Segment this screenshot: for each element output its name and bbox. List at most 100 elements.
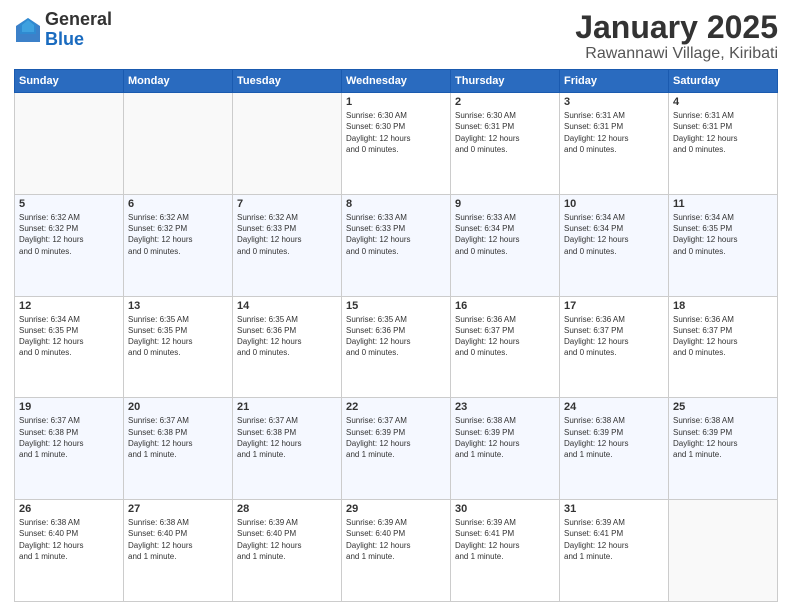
calendar-cell: 26 Sunrise: 6:38 AM Sunset: 6:40 PM Dayli… xyxy=(15,500,124,602)
day-number: 29 xyxy=(346,503,446,515)
calendar-week-5: 26 Sunrise: 6:38 AM Sunset: 6:40 PM Dayli… xyxy=(15,500,778,602)
day-number: 8 xyxy=(346,198,446,210)
day-info: Sunrise: 6:38 AM Sunset: 6:39 PM Dayligh… xyxy=(673,415,773,460)
calendar-cell: 28 Sunrise: 6:39 AM Sunset: 6:40 PM Dayli… xyxy=(233,500,342,602)
day-info: Sunrise: 6:34 AM Sunset: 6:35 PM Dayligh… xyxy=(19,314,119,359)
calendar-cell xyxy=(669,500,778,602)
day-number: 25 xyxy=(673,401,773,413)
day-number: 2 xyxy=(455,96,555,108)
day-number: 17 xyxy=(564,300,664,312)
day-info: Sunrise: 6:37 AM Sunset: 6:38 PM Dayligh… xyxy=(237,415,337,460)
day-info: Sunrise: 6:39 AM Sunset: 6:40 PM Dayligh… xyxy=(346,517,446,562)
logo-text: General Blue xyxy=(45,10,112,50)
calendar-cell: 3Sunrise: 6:31 AM Sunset: 6:31 PM Daylig… xyxy=(560,93,669,195)
day-info: Sunrise: 6:32 AM Sunset: 6:32 PM Dayligh… xyxy=(128,212,228,257)
col-thursday: Thursday xyxy=(451,70,560,93)
day-info: Sunrise: 6:38 AM Sunset: 6:40 PM Dayligh… xyxy=(128,517,228,562)
calendar-cell: 17 Sunrise: 6:36 AM Sunset: 6:37 PM Dayli… xyxy=(560,296,669,398)
calendar-table: Sunday Monday Tuesday Wednesday Thursday… xyxy=(14,69,778,602)
logo: General Blue xyxy=(14,10,112,50)
day-number: 7 xyxy=(237,198,337,210)
calendar-cell: 31 Sunrise: 6:39 AM Sunset: 6:41 PM Dayli… xyxy=(560,500,669,602)
day-number: 31 xyxy=(564,503,664,515)
day-info: Sunrise: 6:34 AM Sunset: 6:34 PM Dayligh… xyxy=(564,212,664,257)
day-number: 6 xyxy=(128,198,228,210)
calendar-cell: 12 Sunrise: 6:34 AM Sunset: 6:35 PM Dayli… xyxy=(15,296,124,398)
day-number: 9 xyxy=(455,198,555,210)
day-info: Sunrise: 6:32 AM Sunset: 6:32 PM Dayligh… xyxy=(19,212,119,257)
calendar-cell: 11 Sunrise: 6:34 AM Sunset: 6:35 PM Dayli… xyxy=(669,194,778,296)
col-tuesday: Tuesday xyxy=(233,70,342,93)
day-info: Sunrise: 6:39 AM Sunset: 6:41 PM Dayligh… xyxy=(564,517,664,562)
day-info: Sunrise: 6:38 AM Sunset: 6:39 PM Dayligh… xyxy=(564,415,664,460)
col-saturday: Saturday xyxy=(669,70,778,93)
calendar-cell: 15 Sunrise: 6:35 AM Sunset: 6:36 PM Dayli… xyxy=(342,296,451,398)
logo-general-text: General xyxy=(45,10,112,30)
day-number: 16 xyxy=(455,300,555,312)
day-info: Sunrise: 6:37 AM Sunset: 6:38 PM Dayligh… xyxy=(128,415,228,460)
page: General Blue January 2025 Rawannawi Vill… xyxy=(0,0,792,612)
day-number: 28 xyxy=(237,503,337,515)
day-info: Sunrise: 6:35 AM Sunset: 6:36 PM Dayligh… xyxy=(237,314,337,359)
day-info: Sunrise: 6:34 AM Sunset: 6:35 PM Dayligh… xyxy=(673,212,773,257)
calendar-cell: 18 Sunrise: 6:36 AM Sunset: 6:37 PM Dayli… xyxy=(669,296,778,398)
day-info: Sunrise: 6:38 AM Sunset: 6:40 PM Dayligh… xyxy=(19,517,119,562)
logo-icon xyxy=(14,16,42,44)
day-number: 21 xyxy=(237,401,337,413)
title-block: January 2025 Rawannawi Village, Kiribati xyxy=(575,10,778,63)
day-info: Sunrise: 6:35 AM Sunset: 6:35 PM Dayligh… xyxy=(128,314,228,359)
day-info: Sunrise: 6:39 AM Sunset: 6:40 PM Dayligh… xyxy=(237,517,337,562)
day-info: Sunrise: 6:30 AM Sunset: 6:31 PM Dayligh… xyxy=(455,110,555,155)
logo-blue-text: Blue xyxy=(45,30,112,50)
day-info: Sunrise: 6:32 AM Sunset: 6:33 PM Dayligh… xyxy=(237,212,337,257)
calendar-cell: 4Sunrise: 6:31 AM Sunset: 6:31 PM Daylig… xyxy=(669,93,778,195)
day-number: 14 xyxy=(237,300,337,312)
calendar-title: January 2025 xyxy=(575,10,778,45)
day-number: 12 xyxy=(19,300,119,312)
header: General Blue January 2025 Rawannawi Vill… xyxy=(14,10,778,63)
day-number: 20 xyxy=(128,401,228,413)
day-number: 22 xyxy=(346,401,446,413)
calendar-cell: 7 Sunrise: 6:32 AM Sunset: 6:33 PM Daylig… xyxy=(233,194,342,296)
day-number: 1 xyxy=(346,96,446,108)
day-number: 15 xyxy=(346,300,446,312)
day-number: 23 xyxy=(455,401,555,413)
calendar-cell: 22 Sunrise: 6:37 AM Sunset: 6:39 PM Dayli… xyxy=(342,398,451,500)
day-number: 18 xyxy=(673,300,773,312)
calendar-cell: 25 Sunrise: 6:38 AM Sunset: 6:39 PM Dayli… xyxy=(669,398,778,500)
day-info: Sunrise: 6:38 AM Sunset: 6:39 PM Dayligh… xyxy=(455,415,555,460)
day-info: Sunrise: 6:36 AM Sunset: 6:37 PM Dayligh… xyxy=(455,314,555,359)
day-info: Sunrise: 6:37 AM Sunset: 6:39 PM Dayligh… xyxy=(346,415,446,460)
day-number: 24 xyxy=(564,401,664,413)
day-number: 27 xyxy=(128,503,228,515)
day-number: 10 xyxy=(564,198,664,210)
calendar-week-3: 12 Sunrise: 6:34 AM Sunset: 6:35 PM Dayli… xyxy=(15,296,778,398)
day-number: 30 xyxy=(455,503,555,515)
calendar-cell: 16 Sunrise: 6:36 AM Sunset: 6:37 PM Dayli… xyxy=(451,296,560,398)
day-info: Sunrise: 6:39 AM Sunset: 6:41 PM Dayligh… xyxy=(455,517,555,562)
day-info: Sunrise: 6:36 AM Sunset: 6:37 PM Dayligh… xyxy=(564,314,664,359)
day-number: 3 xyxy=(564,96,664,108)
day-info: Sunrise: 6:33 AM Sunset: 6:33 PM Dayligh… xyxy=(346,212,446,257)
calendar-cell: 2 Sunrise: 6:30 AM Sunset: 6:31 PM Daylig… xyxy=(451,93,560,195)
calendar-cell: 9Sunrise: 6:33 AM Sunset: 6:34 PM Daylig… xyxy=(451,194,560,296)
day-number: 13 xyxy=(128,300,228,312)
day-info: Sunrise: 6:31 AM Sunset: 6:31 PM Dayligh… xyxy=(673,110,773,155)
day-number: 26 xyxy=(19,503,119,515)
col-friday: Friday xyxy=(560,70,669,93)
day-info: Sunrise: 6:35 AM Sunset: 6:36 PM Dayligh… xyxy=(346,314,446,359)
calendar-cell: 19Sunrise: 6:37 AM Sunset: 6:38 PM Dayli… xyxy=(15,398,124,500)
calendar-cell: 27 Sunrise: 6:38 AM Sunset: 6:40 PM Dayli… xyxy=(124,500,233,602)
calendar-week-2: 5Sunrise: 6:32 AM Sunset: 6:32 PM Daylig… xyxy=(15,194,778,296)
calendar-cell: 24 Sunrise: 6:38 AM Sunset: 6:39 PM Dayli… xyxy=(560,398,669,500)
day-number: 11 xyxy=(673,198,773,210)
day-info: Sunrise: 6:37 AM Sunset: 6:38 PM Dayligh… xyxy=(19,415,119,460)
calendar-cell: 14 Sunrise: 6:35 AM Sunset: 6:36 PM Dayli… xyxy=(233,296,342,398)
calendar-cell xyxy=(15,93,124,195)
header-row: Sunday Monday Tuesday Wednesday Thursday… xyxy=(15,70,778,93)
day-info: Sunrise: 6:36 AM Sunset: 6:37 PM Dayligh… xyxy=(673,314,773,359)
day-info: Sunrise: 6:30 AM Sunset: 6:30 PM Dayligh… xyxy=(346,110,446,155)
calendar-cell: 21 Sunrise: 6:37 AM Sunset: 6:38 PM Dayli… xyxy=(233,398,342,500)
calendar-week-4: 19Sunrise: 6:37 AM Sunset: 6:38 PM Dayli… xyxy=(15,398,778,500)
col-wednesday: Wednesday xyxy=(342,70,451,93)
